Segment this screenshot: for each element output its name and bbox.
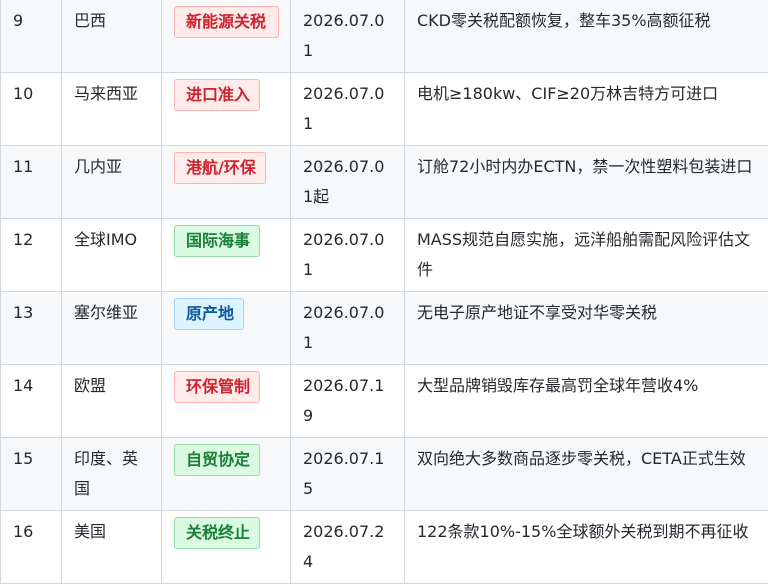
country-cell: 马来西亚 [61,72,162,146]
category-badge: 自贸协定 [174,444,261,476]
row-number: 10 [0,72,62,146]
category-cell: 国际海事 [161,218,291,292]
category-badge: 港航/环保 [174,152,266,184]
effective-date-cell: 2026.07.01 [290,0,405,73]
category-badge: 原产地 [174,298,245,330]
description-cell: 订舱72小时内办ECTN，禁一次性塑料包装进口 [404,145,768,219]
effective-date-cell: 2026.07.01起 [290,145,405,219]
table-row: 10 马来西亚 进口准入 2026.07.01 电机≥180kw、CIF≥20万… [0,72,768,146]
row-number: 16 [0,510,62,584]
effective-date-cell: 2026.07.19 [290,364,405,438]
table-row: 13 塞尔维亚 原产地 2026.07.01 无电子原产地证不享受对华零关税 [0,291,768,365]
policy-table: 9 巴西 新能源关税 2026.07.01 CKD零关税配额恢复，整车35%高额… [0,0,768,584]
effective-date-cell: 2026.07.15 [290,437,405,511]
category-cell: 自贸协定 [161,437,291,511]
category-cell: 原产地 [161,291,291,365]
country-cell: 塞尔维亚 [61,291,162,365]
category-cell: 新能源关税 [161,0,291,73]
category-badge: 国际海事 [174,225,261,257]
country-cell: 几内亚 [61,145,162,219]
country-cell: 巴西 [61,0,162,73]
table-row: 15 印度、英国 自贸协定 2026.07.15 双向绝大多数商品逐步零关税，C… [0,437,768,511]
table-row: 16 美国 关税终止 2026.07.24 122条款10%-15%全球额外关税… [0,510,768,584]
country-cell: 印度、英国 [61,437,162,511]
country-cell: 美国 [61,510,162,584]
row-number: 11 [0,145,62,219]
category-cell: 进口准入 [161,72,291,146]
effective-date-cell: 2026.07.24 [290,510,405,584]
row-number: 14 [0,364,62,438]
row-number: 12 [0,218,62,292]
category-badge: 环保管制 [174,371,261,403]
country-cell: 欧盟 [61,364,162,438]
description-cell: 电机≥180kw、CIF≥20万林吉特方可进口 [404,72,768,146]
description-cell: 大型品牌销毁库存最高罚全球年营收4% [404,364,768,438]
description-cell: 122条款10%-15%全球额外关税到期不再征收 [404,510,768,584]
category-badge: 进口准入 [174,79,261,111]
table-row: 14 欧盟 环保管制 2026.07.19 大型品牌销毁库存最高罚全球年营收4% [0,364,768,438]
category-badge: 关税终止 [174,517,261,549]
row-number: 9 [0,0,62,73]
description-cell: CKD零关税配额恢复，整车35%高额征税 [404,0,768,73]
table-row: 11 几内亚 港航/环保 2026.07.01起 订舱72小时内办ECTN，禁一… [0,145,768,219]
effective-date-cell: 2026.07.01 [290,72,405,146]
table-row: 12 全球IMO 国际海事 2026.07.01 MASS规范自愿实施，远洋船舶… [0,218,768,292]
row-number: 15 [0,437,62,511]
description-cell: 无电子原产地证不享受对华零关税 [404,291,768,365]
description-cell: 双向绝大多数商品逐步零关税，CETA正式生效 [404,437,768,511]
effective-date-cell: 2026.07.01 [290,218,405,292]
table-row: 9 巴西 新能源关税 2026.07.01 CKD零关税配额恢复，整车35%高额… [0,0,768,73]
category-cell: 关税终止 [161,510,291,584]
category-cell: 港航/环保 [161,145,291,219]
row-number: 13 [0,291,62,365]
country-cell: 全球IMO [61,218,162,292]
effective-date-cell: 2026.07.01 [290,291,405,365]
description-cell: MASS规范自愿实施，远洋船舶需配风险评估文件 [404,218,768,292]
category-cell: 环保管制 [161,364,291,438]
category-badge: 新能源关税 [174,6,279,38]
